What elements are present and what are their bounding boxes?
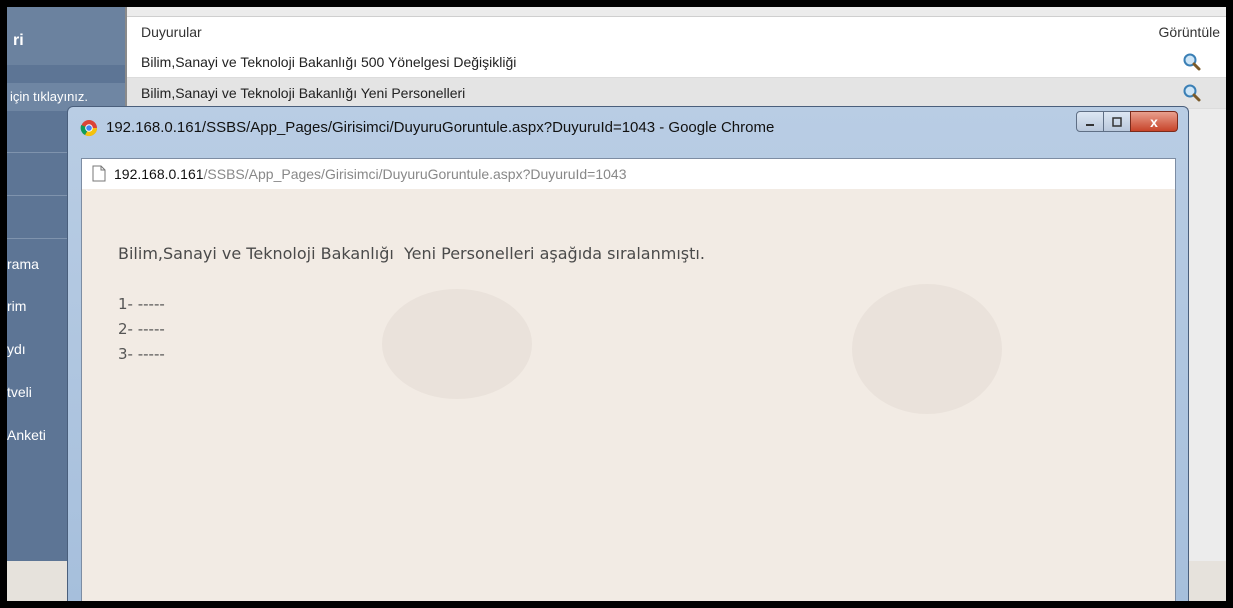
list-item: 3- ----- xyxy=(118,345,165,363)
column-header-view: Görüntüle xyxy=(1158,24,1220,40)
document-icon xyxy=(92,165,106,187)
maximize-icon[interactable] xyxy=(1103,111,1131,132)
announcement-title: Bilim,Sanayi ve Teknoloji Bakanlığı 500 … xyxy=(141,54,517,70)
watermark xyxy=(382,289,532,399)
magnifier-icon[interactable] xyxy=(1182,83,1202,108)
popup-content: Bilim,Sanayi ve Teknoloji Bakanlığı Yeni… xyxy=(81,189,1176,601)
column-header-announcements: Duyurular xyxy=(141,24,202,40)
address-url: 192.168.0.161/SSBS/App_Pages/Girisimci/D… xyxy=(114,166,626,182)
address-path: /SSBS/App_Pages/Girisimci/DuyuruGoruntul… xyxy=(203,166,627,182)
magnifier-icon[interactable] xyxy=(1182,52,1202,77)
sidebar-item-rim[interactable]: rim xyxy=(7,298,26,314)
chrome-popup-window[interactable]: 192.168.0.161/SSBS/App_Pages/Girisimci/D… xyxy=(67,106,1189,601)
announcement-message: Bilim,Sanayi ve Teknoloji Bakanlığı Yeni… xyxy=(118,244,705,263)
sidebar-click-hint-label[interactable]: için tıklayınız. xyxy=(10,89,88,104)
sidebar-item-tveli[interactable]: tveli xyxy=(7,384,32,400)
list-item: 1- ----- xyxy=(118,295,165,313)
chrome-logo-icon xyxy=(80,119,98,142)
screen: ri için tıklayınız. rama rim ydı tveli A… xyxy=(7,7,1226,601)
announcement-title: Bilim,Sanayi ve Teknoloji Bakanlığı Yeni… xyxy=(141,85,466,101)
table-header: Duyurular Görüntüle xyxy=(127,16,1226,48)
address-host: 192.168.0.161 xyxy=(114,166,204,182)
address-bar[interactable]: 192.168.0.161/SSBS/App_Pages/Girisimci/D… xyxy=(81,158,1176,190)
minimize-icon[interactable] xyxy=(1076,111,1104,132)
sidebar-item-title: ri xyxy=(13,32,24,49)
window-controls: x xyxy=(1076,111,1178,133)
sidebar-item-anketi[interactable]: Anketi xyxy=(7,427,46,443)
sidebar-item-ydi[interactable]: ydı xyxy=(7,341,26,357)
table-row[interactable]: Bilim,Sanayi ve Teknoloji Bakanlığı Yeni… xyxy=(127,78,1226,109)
table-row[interactable]: Bilim,Sanayi ve Teknoloji Bakanlığı 500 … xyxy=(127,47,1226,78)
watermark xyxy=(852,284,1002,414)
sidebar-header xyxy=(7,7,125,65)
sidebar-item-arama[interactable]: rama xyxy=(7,256,39,272)
window-title: 192.168.0.161/SSBS/App_Pages/Girisimci/D… xyxy=(106,119,775,136)
close-icon[interactable]: x xyxy=(1130,111,1178,132)
list-item: 2- ----- xyxy=(118,320,165,338)
